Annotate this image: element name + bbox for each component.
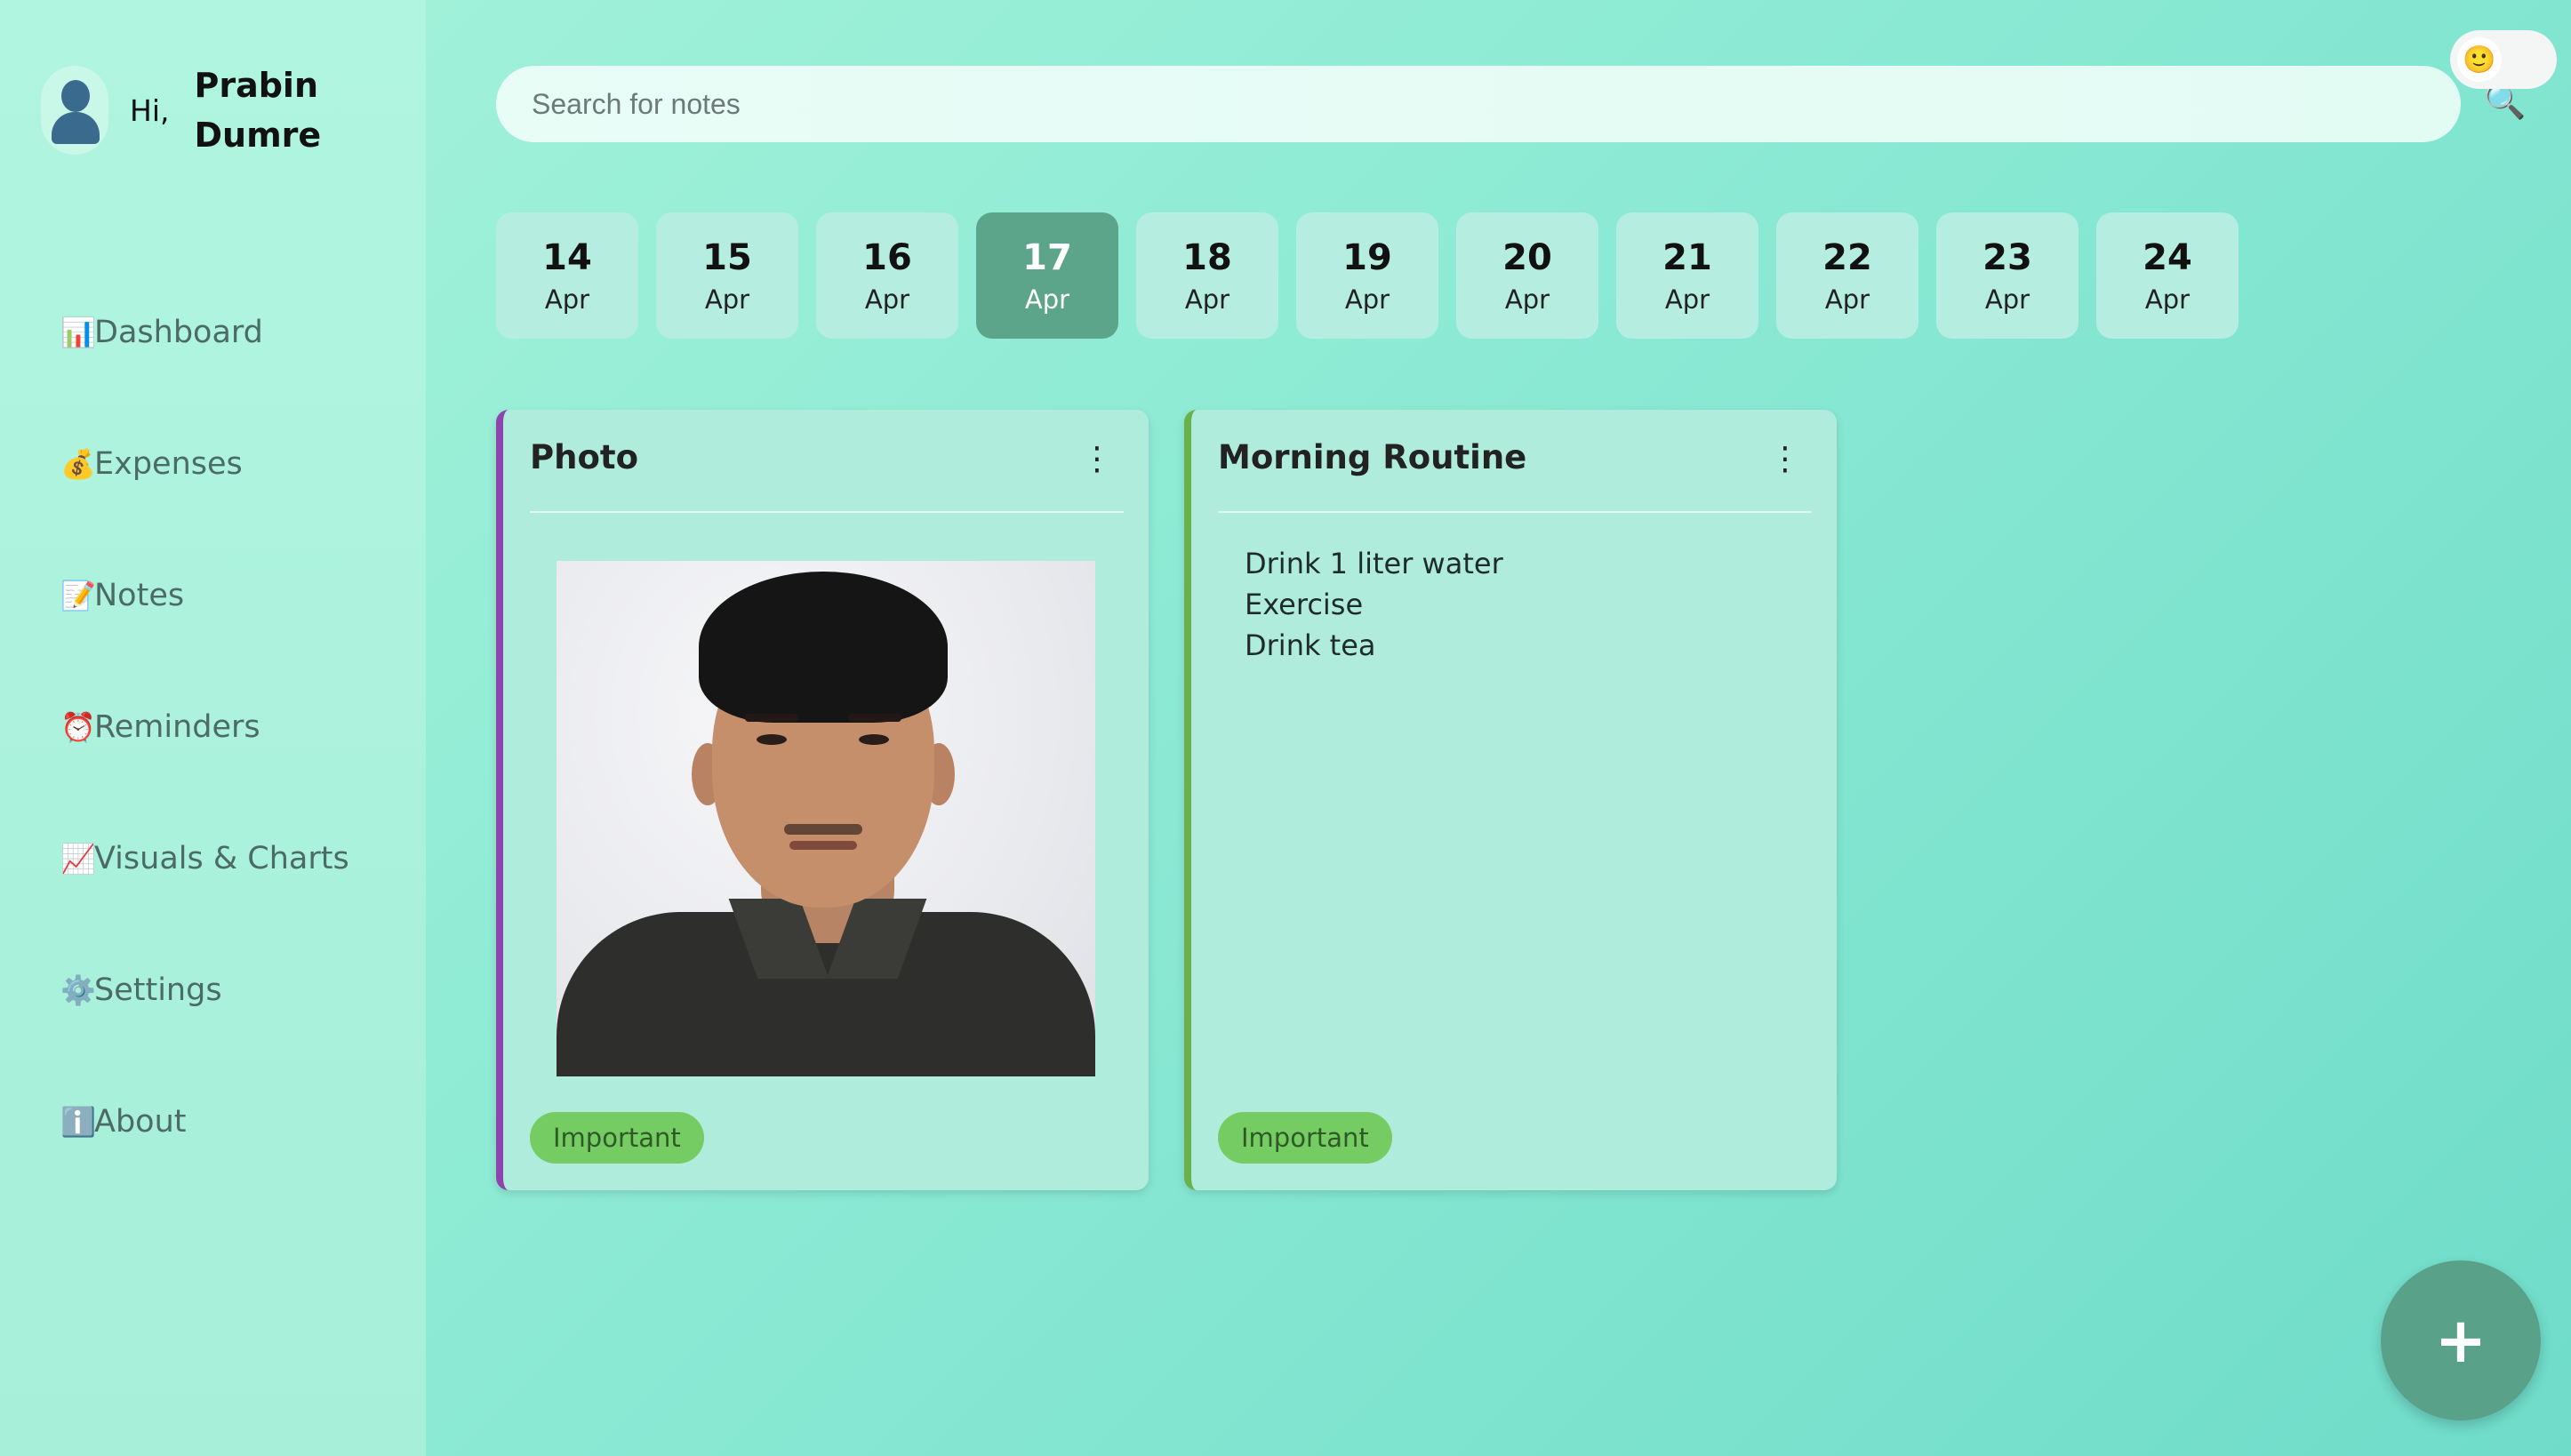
memo-icon: 📝 [60,579,96,612]
list-item: Exercise [1245,588,1364,621]
sidebar: Hi, Prabin Dumre 📊 Dashboard 💰 Expenses … [0,0,426,1456]
alarm-clock-icon: ⏰ [60,710,96,744]
photo-brow-left [745,714,798,722]
search-bar [496,66,2461,142]
smiley-icon: 🙂 [2457,37,2502,82]
photo-hair [699,572,948,723]
sidebar-item-notes[interactable]: 📝 Notes [60,530,349,661]
money-bag-icon: 💰 [60,447,96,481]
list-item: Drink 1 liter water [1245,547,1503,580]
date-month: Apr [1824,284,1870,315]
add-note-button[interactable]: + [2381,1260,2541,1420]
date-month: Apr [1344,284,1390,315]
date-month: Apr [1984,284,2030,315]
date-chip[interactable]: 14 Apr [496,212,638,339]
sidebar-item-label: About [94,1104,187,1140]
sidebar-item-visuals-charts[interactable]: 📈 Visuals & Charts [60,793,349,924]
photo-mouth [789,841,857,850]
bar-chart-icon: 📊 [60,316,96,349]
tag-important[interactable]: Important [1218,1112,1392,1164]
date-chip[interactable]: 21 Apr [1616,212,1758,339]
date-day: 19 [1342,237,1392,278]
date-chip[interactable]: 15 Apr [656,212,798,339]
date-day: 22 [1822,237,1872,278]
search-input[interactable] [532,87,2461,121]
sidebar-item-about[interactable]: ℹ️ About [60,1056,349,1188]
gear-icon: ⚙️ [60,973,96,1007]
more-options-icon[interactable]: ⋮ [1081,444,1113,476]
theme-toggle[interactable]: 🙂 [2450,30,2557,89]
avatar-body [52,112,100,144]
photo-eye-left [757,734,787,745]
divider [530,511,1124,513]
date-month: Apr [1664,284,1710,315]
sidebar-nav: 📊 Dashboard 💰 Expenses 📝 Notes ⏰ Reminde… [60,267,349,1188]
date-chip[interactable]: 16 Apr [816,212,958,339]
user-name: Prabin Dumre [194,66,322,155]
date-chip-selected[interactable]: 17 Apr [976,212,1118,339]
date-day: 14 [542,237,592,278]
date-month: Apr [1184,284,1230,315]
date-day: 18 [1182,237,1232,278]
note-card-morning-routine[interactable]: Morning Routine ⋮ Drink 1 liter water Ex… [1184,410,1837,1190]
date-day: 21 [1662,237,1712,278]
date-chip[interactable]: 20 Apr [1456,212,1598,339]
sidebar-item-label: Settings [94,972,222,1008]
sidebar-item-label: Visuals & Charts [94,841,349,876]
more-options-icon[interactable]: ⋮ [1769,444,1801,476]
divider [1218,511,1812,513]
note-title: Morning Routine [1218,438,1527,476]
list-item: Drink tea [1245,628,1376,662]
note-checklist: Drink 1 liter water Exercise Drink tea [1245,543,1503,666]
note-title: Photo [530,438,638,476]
note-photo [557,561,1095,1076]
date-strip: 14 Apr 15 Apr 16 Apr 17 Apr 18 Apr 19 Ap… [496,212,2256,339]
date-month: Apr [544,284,590,315]
info-icon: ℹ️ [60,1105,96,1139]
photo-brow-right [848,714,901,722]
date-chip[interactable]: 18 Apr [1136,212,1278,339]
date-day: 15 [702,237,752,278]
date-chip[interactable]: 22 Apr [1776,212,1918,339]
sidebar-item-settings[interactable]: ⚙️ Settings [60,924,349,1056]
photo-eye-right [859,734,889,745]
sidebar-item-label: Expenses [94,446,243,482]
greeting: Hi, [130,92,170,128]
sidebar-item-label: Dashboard [94,315,263,350]
note-card-photo[interactable]: Photo ⋮ Important [496,410,1149,1190]
sidebar-item-reminders[interactable]: ⏰ Reminders [60,661,349,793]
photo-mustache [784,824,862,835]
date-month: Apr [1024,284,1070,315]
sidebar-item-label: Reminders [94,709,260,745]
date-day: 20 [1502,237,1552,278]
date-day: 24 [2142,237,2192,278]
sidebar-item-dashboard[interactable]: 📊 Dashboard [60,267,349,398]
date-month: Apr [2144,284,2191,315]
tag-important[interactable]: Important [530,1112,704,1164]
date-day: 16 [862,237,912,278]
sidebar-item-expenses[interactable]: 💰 Expenses [60,398,349,530]
date-chip[interactable]: 24 Apr [2096,212,2239,339]
sidebar-item-label: Notes [94,578,185,613]
avatar[interactable] [41,66,108,155]
avatar-head [61,80,90,112]
date-month: Apr [864,284,910,315]
line-chart-icon: 📈 [60,842,96,876]
date-month: Apr [704,284,750,315]
date-chip[interactable]: 23 Apr [1936,212,2078,339]
user-profile: Hi, Prabin Dumre [41,60,336,160]
date-day: 17 [1022,237,1072,278]
date-month: Apr [1504,284,1550,315]
date-chip[interactable]: 19 Apr [1296,212,1438,339]
date-day: 23 [1982,237,2032,278]
